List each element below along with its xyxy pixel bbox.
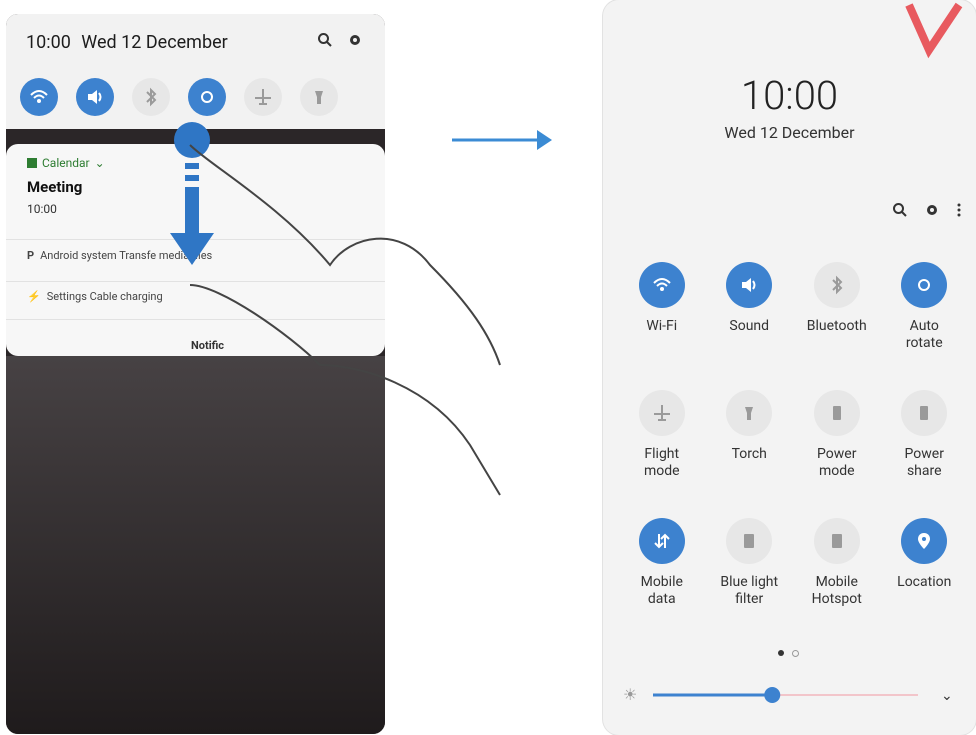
quick-tile-wifi[interactable]: Wi-Fi bbox=[618, 262, 706, 352]
clock-time: 10:00 bbox=[740, 72, 839, 119]
right-phone-screen: 10:00 Wed 12 December Wi-Fi Sound Bluetoot… bbox=[603, 0, 976, 735]
quick-tile-auto-rotate[interactable]: Auto rotate bbox=[881, 262, 969, 352]
quick-tile-torch[interactable]: Torch bbox=[706, 390, 794, 480]
airplane-icon bbox=[255, 89, 271, 105]
page-indicator bbox=[778, 650, 799, 657]
calendar-icon bbox=[27, 158, 37, 168]
swipe-gesture-icon bbox=[170, 122, 501, 496]
auto-rotate-icon bbox=[201, 91, 213, 103]
status-time: 10:00 bbox=[26, 32, 71, 53]
tile-label: Flight mode bbox=[643, 446, 680, 479]
logo-mark bbox=[905, 2, 963, 59]
quick-tile-airplane[interactable]: Flight mode bbox=[618, 390, 706, 480]
brightness-icon: ☀ bbox=[623, 685, 637, 704]
status-bar: 10:00 Wed 12 December bbox=[26, 32, 228, 53]
clock-date: Wed 12 December bbox=[724, 123, 855, 142]
torch-icon bbox=[315, 91, 323, 104]
calendar-app-name: Calendar bbox=[42, 156, 90, 170]
torch-icon bbox=[726, 390, 773, 436]
quick-toggle-sound[interactable] bbox=[76, 78, 114, 116]
quick-tile-mobile-data[interactable]: Mobile data bbox=[618, 518, 706, 608]
tile-label: Power share bbox=[904, 446, 944, 479]
gear-icon[interactable] bbox=[924, 202, 940, 218]
settings-notification[interactable]: ⚡ Settings Cable charging bbox=[27, 290, 163, 303]
settings-text: Settings Cable charging bbox=[46, 290, 163, 303]
quick-toggle-torch[interactable] bbox=[300, 78, 338, 116]
page-dot-active bbox=[778, 650, 784, 656]
quick-tile-hotspot[interactable]: Mobile Hotspot bbox=[793, 518, 881, 608]
tile-label: Sound bbox=[729, 318, 770, 334]
gear-icon[interactable] bbox=[347, 32, 363, 48]
tile-label: Wi-Fi bbox=[646, 318, 678, 334]
quick-settings-row bbox=[20, 78, 338, 116]
lightning-icon: ⚡ bbox=[27, 290, 41, 303]
wifi-icon bbox=[30, 90, 48, 103]
expand-chevron-icon[interactable]: ⌄ bbox=[941, 688, 953, 704]
mobile-data-icon bbox=[638, 518, 685, 564]
sound-icon bbox=[88, 90, 102, 104]
quick-tile-sound[interactable]: Sound bbox=[706, 262, 794, 352]
quick-toggle-auto-rotate[interactable] bbox=[188, 78, 226, 116]
hotspot-icon bbox=[813, 518, 860, 564]
quick-toggle-airplane[interactable] bbox=[244, 78, 282, 116]
brightness-slider[interactable]: ☀ ⌄ bbox=[623, 680, 958, 710]
power-share-icon bbox=[901, 390, 948, 436]
tile-label: Mobile data bbox=[640, 574, 683, 607]
quick-tile-power-share[interactable]: Power share bbox=[881, 390, 969, 480]
blue-light-filter-icon bbox=[726, 518, 773, 564]
quick-panel: 10:00 Wed 12 December bbox=[6, 14, 385, 129]
quick-tile-location[interactable]: Location bbox=[881, 518, 969, 608]
tile-label: Torch bbox=[731, 446, 767, 462]
calendar-title: Meeting bbox=[27, 178, 83, 196]
tile-label: Power mode bbox=[817, 446, 857, 479]
quick-tile-bluetooth[interactable]: Bluetooth bbox=[793, 262, 881, 352]
bluetooth-icon bbox=[146, 87, 157, 107]
tile-label: Mobile Hotspot bbox=[811, 574, 862, 607]
bluetooth-icon bbox=[813, 262, 860, 308]
tile-label: Auto rotate bbox=[905, 318, 943, 351]
calendar-header: Calendar ⌄ bbox=[27, 156, 105, 170]
chevron-down-icon: ⌄ bbox=[94, 156, 105, 170]
more-options-icon[interactable] bbox=[956, 202, 962, 218]
airplane-icon bbox=[638, 390, 685, 436]
android-icon: P bbox=[27, 249, 35, 262]
quick-toggle-wifi[interactable] bbox=[20, 78, 58, 116]
search-icon[interactable] bbox=[317, 32, 333, 48]
tile-label: Location bbox=[897, 574, 952, 590]
tile-label: Blue light filter bbox=[720, 574, 779, 607]
quick-tile-power-mode[interactable]: Power mode bbox=[793, 390, 881, 480]
quick-toggle-bluetooth[interactable] bbox=[132, 78, 170, 116]
search-icon[interactable] bbox=[892, 202, 908, 218]
quick-tile-blue-light-filter[interactable]: Blue light filter bbox=[706, 518, 794, 608]
power-mode-icon bbox=[813, 390, 860, 436]
quick-settings-grid: Wi-Fi Sound Bluetooth Auto rotate Flight mode T… bbox=[618, 262, 968, 608]
location-icon bbox=[901, 518, 948, 564]
page-dot-inactive bbox=[792, 650, 799, 657]
calendar-time: 10:00 bbox=[27, 202, 57, 216]
tile-label: Bluetooth bbox=[806, 318, 867, 334]
sound-icon bbox=[726, 262, 773, 308]
status-date: Wed 12 December bbox=[81, 32, 228, 53]
auto-rotate-icon bbox=[901, 262, 948, 308]
wifi-icon bbox=[638, 262, 685, 308]
